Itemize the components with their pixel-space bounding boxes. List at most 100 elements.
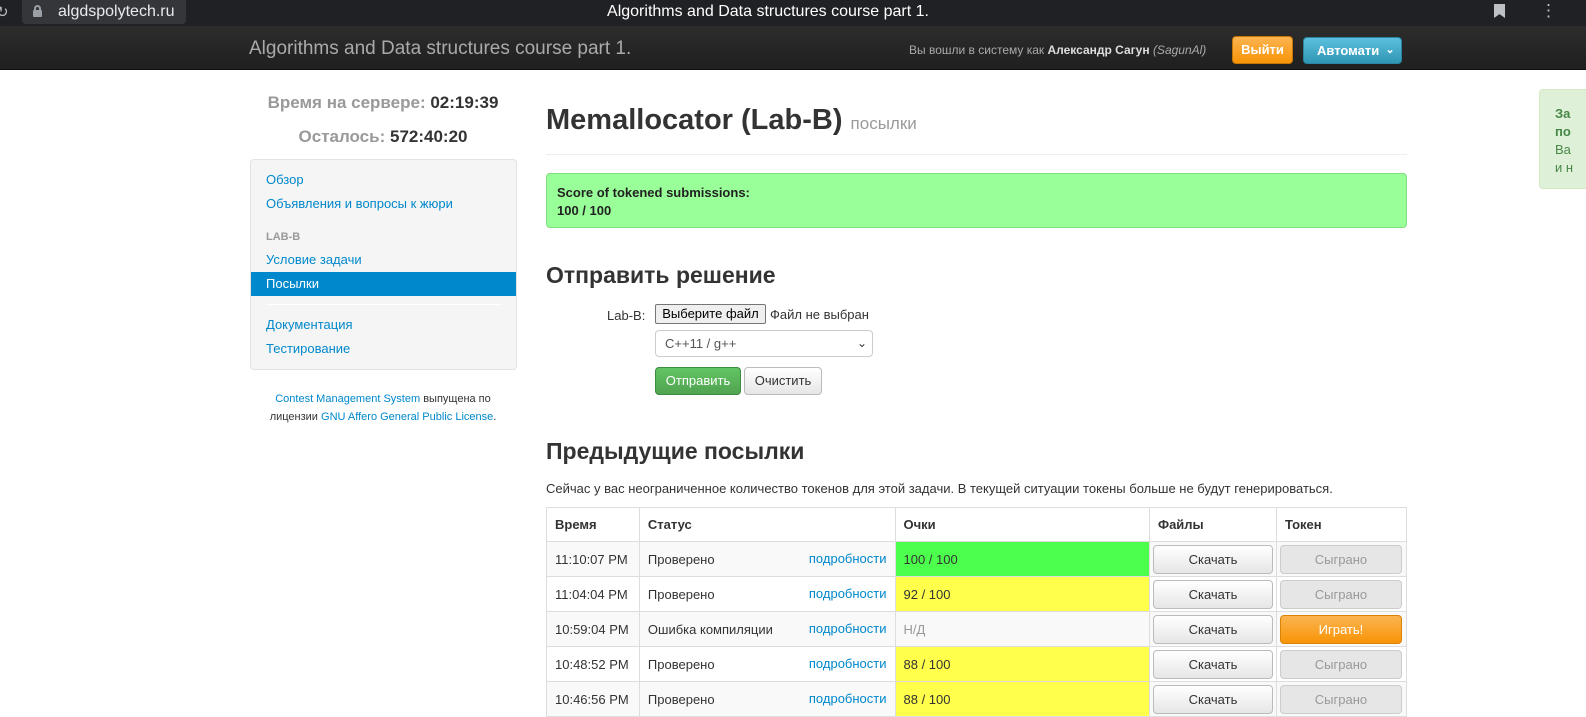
row-time: 11:04:04 PM [546,576,640,612]
clear-button[interactable]: Очистить [744,367,822,395]
table-row: 10:48:52 PM Проверено подробности 88 / 10… [546,646,1408,682]
details-link[interactable]: подробности [809,542,887,575]
sidebar-item-submissions[interactable]: Посылки [251,272,516,296]
row-token: Сыграно [1275,681,1408,717]
sidebar-nav: Обзор Объявления и вопросы к жюри LAB-B … [250,159,517,370]
row-status: Ошибка компиляции подробности [638,611,896,647]
chevron-down-icon: ⌄ [856,336,867,350]
row-files: Скачать [1148,611,1277,647]
license-note: Contest Management System выпущена по ли… [250,390,516,426]
play-token-button[interactable]: Играть! [1279,614,1402,644]
notification-toast[interactable]: За по Ва и н [1539,89,1586,189]
language-dropdown[interactable]: Автомати ⌄ [1303,37,1402,64]
file-status: Файл не выбран [770,307,869,322]
page-title: Memallocator (Lab-B) посылки [546,104,917,137]
sidebar-task-header: LAB-B [266,231,301,243]
more-menu-icon[interactable]: ⋮ [1540,1,1557,21]
sidebar-item-statement[interactable]: Условие задачи [266,252,362,267]
browser-chrome: ↻ algdspolytech.ru Algorithms and Data s… [0,0,1586,26]
row-score: Н/Д [894,611,1150,647]
row-status: Проверено подробности [638,681,896,717]
row-files: Скачать [1148,576,1277,612]
row-score: 100 / 100 [894,541,1150,577]
row-status-text: Ошибка компиляции [647,621,773,637]
logout-button[interactable]: Выйти [1232,36,1293,64]
details-link[interactable]: подробности [809,577,887,610]
row-time: 10:59:04 PM [546,611,640,647]
remaining-label: Осталось: [298,127,386,146]
row-score: 88 / 100 [894,681,1150,717]
gnu-license-link[interactable]: GNU Affero General Public License [321,411,493,423]
license-dot: . [493,411,497,423]
sidebar-item-overview[interactable]: Обзор [266,172,304,187]
page-subtitle: посылки [850,114,917,133]
details-link[interactable]: подробности [809,647,887,680]
user-login: (SagunAl) [1152,43,1207,57]
row-status-text: Проверено [647,586,715,602]
row-status: Проверено подробности [638,541,896,577]
row-score: 92 / 100 [894,576,1150,612]
server-time-label: Время на сервере: [267,93,426,112]
table-header-row: Время Статус Очки Файлы Токен [546,507,1408,542]
submit-section-title: Отправить решение [546,262,776,288]
choose-file-button[interactable]: Выберите файл [655,304,766,324]
row-status: Проверено подробности [638,576,896,612]
time-remaining: Осталось: 572:40:20 [250,127,516,147]
sidebar-item-testing[interactable]: Тестирование [266,341,350,356]
row-token: Сыграно [1275,541,1408,577]
logged-prefix: Вы вошли в систему как [909,43,1045,57]
row-status-text: Проверено [647,656,715,672]
submit-button[interactable]: Отправить [655,367,741,395]
server-time-value: 02:19:39 [430,93,499,112]
cms-link[interactable]: Contest Management System [275,393,420,405]
col-score: Очки [894,507,1150,542]
download-button[interactable]: Скачать [1152,614,1273,644]
score-box: Score of tokened submissions: 100 / 100 [546,173,1407,228]
top-navbar: Algorithms and Data structures course pa… [0,26,1586,70]
download-button[interactable]: Скачать [1152,579,1273,609]
server-time: Время на сервере: 02:19:39 [250,93,516,113]
score-value: 100 / 100 [557,203,612,218]
sidebar-item-documentation[interactable]: Документация [266,317,353,332]
row-score: 88 / 100 [894,646,1150,682]
brand-title[interactable]: Algorithms and Data structures course pa… [249,38,631,60]
language-selected: C++11 / g++ [665,336,737,351]
notification-line: и н [1555,160,1574,175]
table-row: 10:59:04 PM Ошибка компиляции подробности… [546,611,1408,647]
submissions-table: Время Статус Очки Файлы Токен 11:10:07 P… [546,507,1408,717]
row-status-text: Проверено [647,691,715,707]
download-button[interactable]: Скачать [1152,649,1273,679]
row-time: 11:10:07 PM [546,541,640,577]
download-button[interactable]: Скачать [1152,684,1273,714]
title-divider [546,154,1407,155]
user-name: Александр Сагун [1047,43,1150,57]
col-token: Токен [1275,507,1408,542]
row-time: 10:46:56 PM [546,681,640,717]
download-button[interactable]: Скачать [1152,544,1273,574]
language-label: Автомати [1317,43,1380,58]
remaining-value: 572:40:20 [389,127,468,146]
row-files: Скачать [1148,681,1277,717]
chevron-down-icon: ⌄ [1385,44,1395,56]
notification-line: по [1555,124,1571,139]
window-title: Algorithms and Data structures course pa… [607,3,929,20]
row-token: Играть! [1275,611,1408,647]
language-select[interactable]: C++11 / g++ ⌄ [655,330,873,357]
tokens-note: Сейчас у вас неограниченное количество т… [546,481,1333,496]
notification-line: За [1555,106,1571,121]
table-row: 10:46:56 PM Проверено подробности 88 / 10… [546,681,1408,717]
task-title: Memallocator (Lab-B) [546,104,843,136]
sidebar-divider [266,304,502,305]
token-played-button: Сыграно [1279,579,1402,609]
file-label: Lab-B: [607,308,646,323]
logged-in-info: Вы вошли в систему как Александр Сагун (… [909,43,1206,57]
license-text-2: лицензии [269,411,318,423]
details-link[interactable]: подробности [809,612,887,645]
token-played-button: Сыграно [1279,649,1402,679]
row-token: Сыграно [1275,646,1408,682]
notification-line: Ва [1555,142,1571,157]
details-link[interactable]: подробности [809,682,887,715]
sidebar-item-announcements[interactable]: Объявления и вопросы к жюри [266,196,453,211]
col-files: Файлы [1148,507,1277,542]
row-files: Скачать [1148,541,1277,577]
